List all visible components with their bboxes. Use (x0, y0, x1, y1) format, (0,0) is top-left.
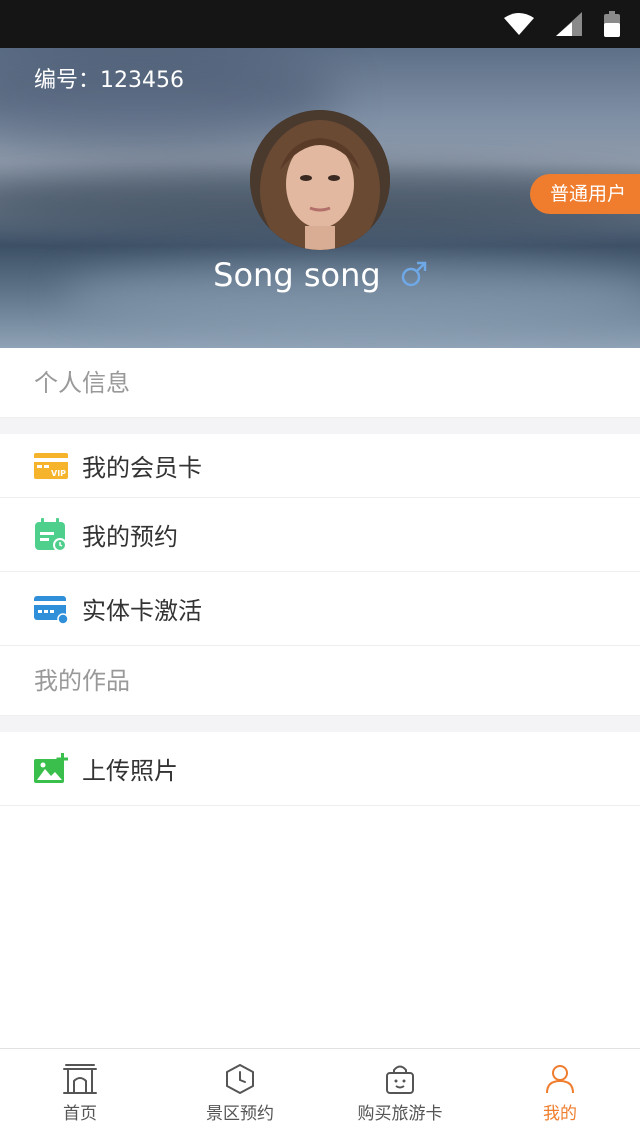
profile-header: 编号：123456 Song song 普通用户 (0, 48, 640, 348)
avatar[interactable] (250, 110, 390, 250)
user-icon (546, 1065, 574, 1094)
reservations-item[interactable]: 我的预约 (0, 498, 640, 572)
upload-photo-item[interactable]: 上传照片 (0, 732, 640, 806)
card-activation-label: 实体卡激活 (82, 597, 202, 625)
section-divider (0, 418, 640, 434)
card-activation-item[interactable]: 实体卡激活 (0, 572, 640, 646)
calendar-icon (34, 517, 68, 552)
vip-card-icon: VIP (34, 449, 68, 483)
svg-text:VIP: VIP (51, 469, 66, 478)
bottom-tab-bar: 首页 景区预约 购买旅游卡 我的 (0, 1048, 640, 1136)
section-divider (0, 716, 640, 732)
user-level-badge[interactable]: 普通用户 (529, 174, 640, 214)
status-bar (0, 0, 640, 48)
username-row: Song song (0, 256, 640, 294)
battery-icon (604, 11, 620, 37)
tab-scenic-booking-label: 景区预约 (206, 1104, 274, 1124)
reservations-label: 我的预约 (82, 523, 178, 551)
section-personal-info[interactable]: 个人信息 (0, 348, 640, 418)
upload-photo-label: 上传照片 (82, 757, 178, 785)
credit-card-icon (34, 592, 68, 626)
tab-home-label: 首页 (63, 1104, 97, 1124)
membership-card-item[interactable]: VIP 我的会员卡 (0, 434, 640, 498)
tab-buy-travel-card[interactable]: 购买旅游卡 (320, 1049, 480, 1136)
membership-card-label: 我的会员卡 (82, 454, 202, 482)
home-gate-icon (63, 1064, 97, 1094)
profile-menu: 个人信息 VIP 我的会员卡 我的预约 实体卡激活 我的作品 上传照片 (0, 348, 640, 806)
signal-icon (556, 12, 582, 36)
add-image-icon (34, 752, 68, 786)
clock-hexagon-icon (226, 1064, 254, 1094)
tab-scenic-booking[interactable]: 景区预约 (160, 1049, 320, 1136)
section-my-works[interactable]: 我的作品 (0, 646, 640, 716)
member-id-value: 123456 (100, 68, 184, 93)
member-id-label: 编号： (34, 68, 101, 93)
shopping-bag-icon (386, 1065, 414, 1094)
tab-mine-label: 我的 (543, 1104, 577, 1124)
username: Song song (213, 256, 381, 294)
member-id: 编号：123456 (34, 62, 184, 94)
male-gender-icon (401, 261, 427, 287)
tab-mine[interactable]: 我的 (480, 1049, 640, 1136)
wifi-icon (504, 13, 534, 35)
tab-buy-travel-card-label: 购买旅游卡 (357, 1104, 443, 1124)
tab-home[interactable]: 首页 (0, 1049, 160, 1136)
